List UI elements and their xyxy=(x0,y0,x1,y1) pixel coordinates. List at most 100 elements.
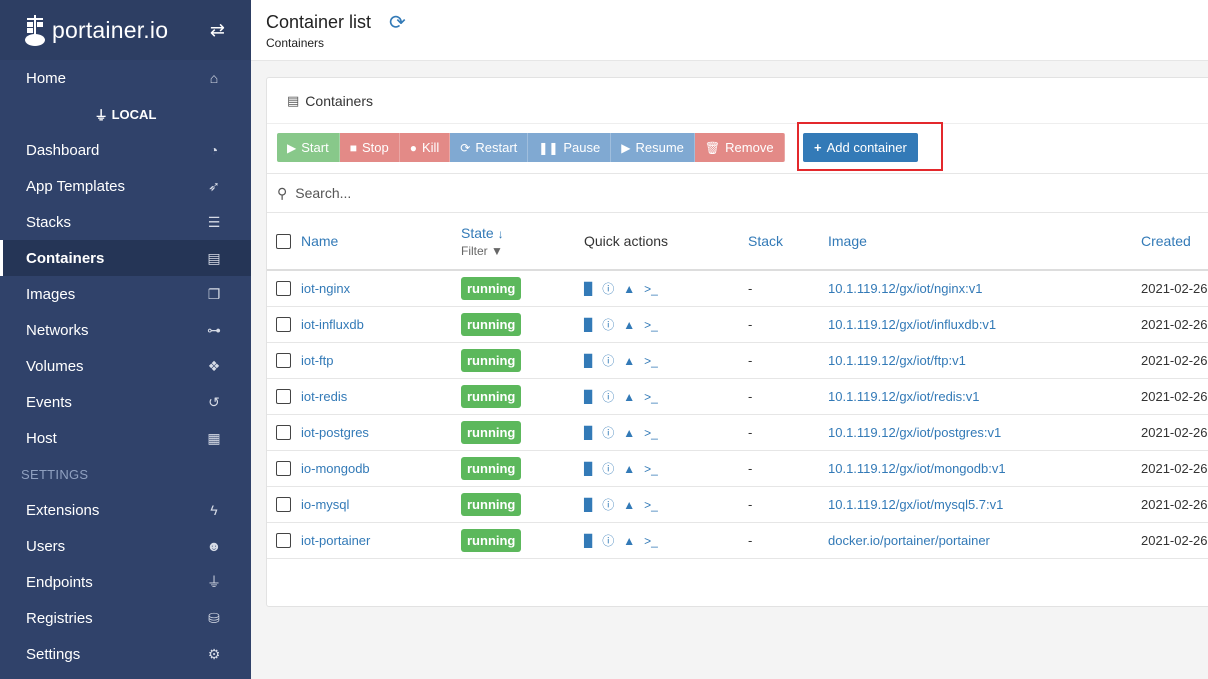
console-icon[interactable]: >_ xyxy=(644,498,658,512)
info-icon[interactable]: ⓘ xyxy=(602,280,614,297)
container-name-link[interactable]: iot-nginx xyxy=(301,281,350,296)
status-badge: running xyxy=(461,348,522,372)
info-icon[interactable]: ⓘ xyxy=(602,316,614,333)
row-checkbox[interactable] xyxy=(276,425,291,441)
column-name[interactable]: Name xyxy=(301,213,461,270)
column-stack[interactable]: Stack xyxy=(748,213,828,270)
info-icon[interactable]: ⓘ xyxy=(602,352,614,369)
image-link[interactable]: 10.1.119.12/gx/iot/redis:v1 xyxy=(828,389,980,404)
stats-icon[interactable]: ▲ xyxy=(623,426,635,440)
image-link[interactable]: docker.io/portainer/portainer xyxy=(828,533,990,548)
logs-icon[interactable]: ▉ xyxy=(584,354,593,368)
row-checkbox[interactable] xyxy=(276,353,291,369)
refresh-icon[interactable]: ⟳ xyxy=(389,10,406,35)
containers-table: Name State ↓ Filter ▼ Quick actions Stac… xyxy=(267,213,1208,559)
stats-icon[interactable]: ▲ xyxy=(623,390,635,404)
sidebar-item-events[interactable]: Events ↺ xyxy=(0,384,251,420)
console-icon[interactable]: >_ xyxy=(644,390,658,404)
sidebar-item-volumes[interactable]: Volumes ❖ xyxy=(0,348,251,384)
quick-actions: ▉ ⓘ ▲ >_ xyxy=(584,270,748,306)
container-name-link[interactable]: iot-ftp xyxy=(301,353,334,368)
container-name-link[interactable]: io-mysql xyxy=(301,497,349,512)
pause-button[interactable]: ❚❚ Pause xyxy=(528,133,612,162)
image-link[interactable]: 10.1.119.12/gx/iot/ftp:v1 xyxy=(828,353,966,368)
image-link[interactable]: 10.1.119.12/gx/iot/postgres:v1 xyxy=(828,425,1001,440)
select-all-checkbox[interactable] xyxy=(276,234,291,250)
stats-icon[interactable]: ▲ xyxy=(623,354,635,368)
sidebar-item-containers[interactable]: Containers ▤ xyxy=(0,240,251,276)
column-created[interactable]: Created xyxy=(1141,213,1208,270)
console-icon[interactable]: >_ xyxy=(644,462,658,476)
row-checkbox[interactable] xyxy=(276,317,291,333)
sidebar-item-registries[interactable]: Registries ⛁ xyxy=(0,600,251,636)
column-image[interactable]: Image xyxy=(828,213,1141,270)
sidebar-item-dashboard[interactable]: Dashboard ◔ xyxy=(0,132,251,168)
container-name-link[interactable]: iot-influxdb xyxy=(301,317,364,332)
sidebar-item-networks[interactable]: Networks ⊶ xyxy=(0,312,251,348)
column-state[interactable]: State ↓ Filter ▼ xyxy=(461,213,584,270)
search-input[interactable] xyxy=(295,185,896,201)
logs-icon[interactable]: ▉ xyxy=(584,390,593,404)
stats-icon[interactable]: ▲ xyxy=(623,318,635,332)
logs-icon[interactable]: ▉ xyxy=(584,534,593,548)
remove-button[interactable]: 🗑 Remove xyxy=(694,133,785,162)
sidebar-item-endpoints[interactable]: Endpoints ⏚ xyxy=(0,564,251,600)
stats-icon[interactable]: ▲ xyxy=(623,462,635,476)
info-icon[interactable]: ⓘ xyxy=(602,424,614,441)
row-checkbox[interactable] xyxy=(276,497,291,513)
sidebar-item-users[interactable]: Users ☻ xyxy=(0,528,251,564)
console-icon[interactable]: >_ xyxy=(644,426,658,440)
sidebar-item-stacks[interactable]: Stacks ☰ xyxy=(0,204,251,240)
logs-icon[interactable]: ▉ xyxy=(584,498,593,512)
status-badge: running xyxy=(461,528,522,552)
container-name-link[interactable]: iot-portainer xyxy=(301,533,370,548)
logs-icon[interactable]: ▉ xyxy=(584,462,593,476)
row-checkbox[interactable] xyxy=(276,389,291,405)
resume-button[interactable]: ▶ Resume xyxy=(611,133,695,162)
image-link[interactable]: 10.1.119.12/gx/iot/nginx:v1 xyxy=(828,281,982,296)
server-icon: ▤ xyxy=(287,92,300,108)
stop-button[interactable]: ■ Stop xyxy=(339,133,400,162)
info-icon[interactable]: ⓘ xyxy=(602,532,614,549)
logs-icon[interactable]: ▉ xyxy=(584,426,593,440)
row-checkbox[interactable] xyxy=(276,461,291,477)
sidebar-item-settings[interactable]: Settings ⚙ xyxy=(0,636,251,672)
console-icon[interactable]: >_ xyxy=(644,354,658,368)
sidebar-item-images[interactable]: Images ❐ xyxy=(0,276,251,312)
sidebar-item-home[interactable]: Home ⌂ xyxy=(0,60,251,96)
row-checkbox[interactable] xyxy=(276,533,291,549)
stats-icon[interactable]: ▲ xyxy=(623,534,635,548)
pause-icon: ❚❚ xyxy=(538,140,559,155)
image-link[interactable]: 10.1.119.12/gx/iot/influxdb:v1 xyxy=(828,317,996,332)
container-name-link[interactable]: iot-redis xyxy=(301,389,347,404)
console-icon[interactable]: >_ xyxy=(644,318,658,332)
logs-icon[interactable]: ▉ xyxy=(584,282,593,296)
created-date: 2021-02-26 xyxy=(1141,280,1208,296)
state-filter[interactable]: Filter ▼ xyxy=(461,244,584,258)
sidebar-item-extensions[interactable]: Extensions ϟ xyxy=(0,492,251,528)
image-link[interactable]: 10.1.119.12/gx/iot/mongodb:v1 xyxy=(828,461,1006,476)
logs-icon[interactable]: ▉ xyxy=(584,318,593,332)
info-icon[interactable]: ⓘ xyxy=(602,460,614,477)
created-date: 2021-02-26 xyxy=(1141,316,1208,332)
restart-button[interactable]: ⟳ Restart xyxy=(450,133,529,162)
start-button[interactable]: ▶ Start xyxy=(277,133,340,162)
container-name-link[interactable]: iot-postgres xyxy=(301,425,369,440)
table-row: iot-nginx running ▉ ⓘ ▲ >_ - 10.1.119.12/gx… xyxy=(267,270,1208,306)
container-name-link[interactable]: io-mongodb xyxy=(301,461,370,476)
sidebar: portainer.io ⇄ Home ⌂ ⏚ LOCAL Dashboard … xyxy=(0,0,251,679)
info-icon[interactable]: ⓘ xyxy=(602,388,614,405)
image-link[interactable]: 10.1.119.12/gx/iot/mysql5.7:v1 xyxy=(828,497,1003,512)
stats-icon[interactable]: ▲ xyxy=(623,498,635,512)
console-icon[interactable]: >_ xyxy=(644,282,658,296)
info-icon[interactable]: ⓘ xyxy=(602,496,614,513)
console-icon[interactable]: >_ xyxy=(644,534,658,548)
sidebar-item-app-templates[interactable]: App Templates ➶ xyxy=(0,168,251,204)
kill-button[interactable]: ● Kill xyxy=(399,133,451,162)
sidebar-item-host[interactable]: Host ▦ xyxy=(0,420,251,456)
add-container-button[interactable]: + Add container xyxy=(803,133,918,162)
row-checkbox[interactable] xyxy=(276,281,291,297)
swap-icon[interactable]: ⇄ xyxy=(210,20,225,41)
stats-icon[interactable]: ▲ xyxy=(623,282,635,296)
status-badge: running xyxy=(461,492,522,516)
